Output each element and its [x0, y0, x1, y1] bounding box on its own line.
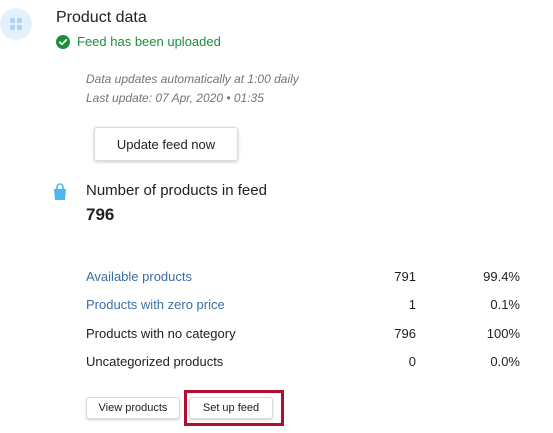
stat-count: 796 [394, 325, 416, 341]
no-category-products-label: Products with no category [86, 325, 236, 341]
last-update-line: Last update: 07 Apr, 2020 • 01:35 [86, 91, 264, 105]
stat-count: 791 [394, 268, 416, 284]
update-feed-button[interactable]: Update feed now [94, 127, 238, 161]
schedule-line: Data updates automatically at 1:00 daily [86, 72, 299, 86]
shopping-bag-icon [54, 183, 66, 200]
stat-percent: 0.1% [490, 297, 520, 313]
product-stats-table: Available products 791 99.4% Products wi… [86, 262, 520, 376]
stat-percent: 0.0% [490, 354, 520, 370]
products-in-feed-count: 796 [86, 205, 115, 224]
zero-price-products-link[interactable]: Products with zero price [86, 297, 225, 312]
check-circle-icon [56, 34, 70, 49]
product-data-section-icon [0, 8, 32, 40]
stat-percent: 99.4% [483, 268, 520, 284]
stat-percent: 100% [486, 325, 520, 341]
feed-status: Feed has been uploaded [56, 34, 221, 49]
products-in-feed-label: Number of products in feed [86, 182, 267, 199]
table-row: Products with no category 796 100% [86, 319, 520, 348]
table-row: Available products 791 99.4% [86, 262, 520, 291]
available-products-link[interactable]: Available products [86, 269, 192, 284]
stat-count: 0 [408, 354, 416, 370]
stat-count: 1 [408, 297, 416, 313]
section-title: Product data [56, 9, 147, 26]
feed-status-text: Feed has been uploaded [77, 34, 221, 49]
set-up-feed-button[interactable]: Set up feed [189, 397, 273, 419]
grid-icon [10, 18, 22, 30]
view-products-button[interactable]: View products [86, 397, 180, 419]
uncategorized-products-label: Uncategorized products [86, 354, 224, 370]
schedule-info: Data updates automatically at 1:00 daily… [86, 70, 299, 108]
table-row: Products with zero price 1 0.1% [86, 291, 520, 320]
table-row: Uncategorized products 0 0.0% [86, 348, 520, 377]
